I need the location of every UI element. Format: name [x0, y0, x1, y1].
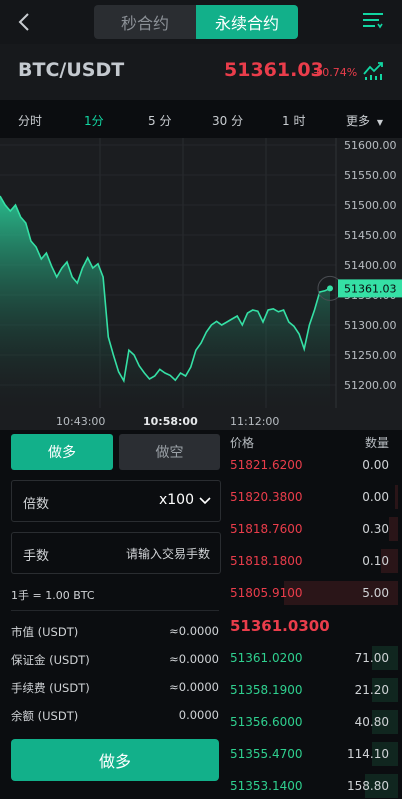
order-price: 51361.0200: [230, 651, 303, 665]
order-price: 51356.6000: [230, 715, 303, 729]
contract-type-switch: 秒合约 永续合约: [94, 5, 298, 39]
order-qty: 5.00: [362, 586, 389, 600]
submit-long-button[interactable]: 做多: [11, 739, 219, 781]
y-tick-label: 51600.00: [344, 139, 397, 152]
order-qty: 0.10: [362, 554, 389, 568]
info-value: ≈0.0000: [169, 680, 219, 694]
info-row-market-value: 市值 (USDT) ≈0.0000: [11, 624, 219, 640]
bid-row[interactable]: 51358.1900 21.20: [226, 678, 402, 702]
ask-row[interactable]: 51821.6200 0.00: [226, 453, 402, 477]
orderbook-mid-price: 51361.0300: [230, 617, 330, 635]
trade-panel: 做多 做空 倍数 x100 手数 请输入交易手数 1手 = 1.00 BTC 市…: [0, 430, 226, 799]
y-tick-label: 51400.00: [344, 259, 397, 272]
x-tick-label: 10:58:00: [143, 415, 198, 428]
order-price: 51353.1400: [230, 779, 303, 793]
order-price: 51358.1900: [230, 683, 303, 697]
y-tick-label: 51550.00: [344, 169, 397, 182]
long-tab-button[interactable]: 做多: [11, 434, 113, 470]
order-price: 51818.1800: [230, 554, 303, 568]
last-price: 51361.03: [224, 59, 324, 81]
tab-second-contract[interactable]: 秒合约: [94, 5, 196, 39]
ask-row[interactable]: 51818.7600 0.30: [226, 517, 402, 541]
orderbook-qty-header: 数量: [364, 436, 389, 450]
interval-tab-5m[interactable]: 5 分: [148, 112, 171, 129]
tab-perpetual-contract[interactable]: 永续合约: [196, 5, 298, 39]
info-value: 0.0000: [178, 708, 219, 722]
order-qty: 114.10: [347, 747, 389, 761]
multiplier-label: 倍数: [23, 497, 50, 512]
y-tick-label: 51200.00: [344, 379, 397, 392]
bid-row[interactable]: 51361.0200 71.00: [226, 646, 402, 670]
ask-row[interactable]: 51818.1800 0.10: [226, 549, 402, 573]
order-qty: 71.00: [354, 651, 389, 665]
current-price-dot: [327, 285, 333, 292]
ticker-bar: BTC/USDT 51361.03 +0.74%: [0, 44, 402, 100]
chart-x-axis: 10:43:00 10:58:00 11:12:00: [0, 408, 402, 430]
lots-label: 手数: [23, 549, 50, 564]
info-label: 手续费 (USDT): [11, 681, 90, 695]
divider: [11, 610, 219, 611]
area-fill: [0, 196, 330, 408]
short-tab-button[interactable]: 做空: [119, 434, 220, 470]
order-price: 51355.4700: [230, 747, 303, 761]
bid-row[interactable]: 51353.1400 158.80: [226, 774, 402, 798]
multiplier-value: x100: [158, 492, 194, 508]
order-qty: 40.80: [354, 715, 389, 729]
y-tick-label: 51300.00: [344, 319, 397, 332]
lots-input[interactable]: 请输入交易手数: [126, 545, 210, 562]
orderbook-price-header: 价格: [230, 436, 255, 450]
price-chart[interactable]: 51600.00 51550.00 51500.00 51450.00 51400.00…: [0, 138, 402, 430]
y-tick-label: 51450.00: [344, 229, 397, 242]
back-icon[interactable]: [14, 10, 36, 34]
interval-tabs: 分时 1分 5 分 30 分 1 时 更多 ▼: [0, 100, 402, 138]
trading-pair[interactable]: BTC/USDT: [18, 59, 124, 81]
order-price: 51821.6200: [230, 458, 303, 472]
chevron-down-icon: [199, 497, 211, 505]
interval-tab-1h[interactable]: 1 时: [282, 112, 305, 129]
info-row-margin: 保证金 (USDT) ≈0.0000: [11, 652, 219, 668]
info-row-fee: 手续费 (USDT) ≈0.0000: [11, 680, 219, 696]
x-tick-label: 11:12:00: [230, 415, 280, 428]
order-price: 51820.3800: [230, 490, 303, 504]
order-qty: 0.00: [362, 458, 389, 472]
info-label: 市值 (USDT): [11, 625, 79, 639]
order-price: 51818.7600: [230, 522, 303, 536]
ask-row[interactable]: 51805.9100 5.00: [226, 581, 402, 605]
current-price-label: 51361.03: [344, 282, 397, 295]
order-qty: 21.20: [354, 683, 389, 697]
x-tick-label: 10:43:00: [56, 415, 106, 428]
interval-tab-30m[interactable]: 30 分: [212, 112, 243, 129]
y-tick-label: 51500.00: [344, 199, 397, 212]
price-change: +0.74%: [313, 66, 358, 79]
menu-icon[interactable]: [362, 10, 384, 32]
info-row-balance: 余额 (USDT) 0.0000: [11, 708, 219, 724]
chart-trend-icon[interactable]: [362, 58, 384, 82]
order-price: 51805.9100: [230, 586, 303, 600]
lot-unit-note: 1手 = 1.00 BTC: [11, 589, 95, 602]
order-book: 价格 数量 51361.0300 51821.6200 0.00 51820.380…: [226, 430, 402, 799]
lots-field[interactable]: 手数 请输入交易手数: [11, 532, 221, 574]
info-label: 保证金 (USDT): [11, 653, 90, 667]
interval-tab-timeline[interactable]: 分时: [18, 112, 42, 129]
bid-row[interactable]: 51356.6000 40.80: [226, 710, 402, 734]
interval-more[interactable]: 更多 ▼: [346, 112, 383, 129]
depth-bar: [395, 485, 398, 509]
info-label: 余额 (USDT): [11, 709, 79, 723]
interval-more-label: 更多: [346, 114, 371, 128]
price-chart-svg: 51600.00 51550.00 51500.00 51450.00 51400.00…: [0, 138, 402, 408]
order-qty: 158.80: [347, 779, 389, 793]
info-value: ≈0.0000: [169, 652, 219, 666]
caret-down-icon: ▼: [376, 118, 383, 127]
ask-row[interactable]: 51820.3800 0.00: [226, 485, 402, 509]
y-tick-label: 51250.00: [344, 349, 397, 362]
interval-tab-1m[interactable]: 1分: [84, 112, 104, 129]
top-bar: 秒合约 永续合约: [0, 0, 402, 44]
bid-row[interactable]: 51355.4700 114.10: [226, 742, 402, 766]
multiplier-select[interactable]: 倍数 x100: [11, 480, 221, 522]
order-qty: 0.30: [362, 522, 389, 536]
depth-bar: [389, 517, 398, 541]
order-qty: 0.00: [362, 490, 389, 504]
info-value: ≈0.0000: [169, 624, 219, 638]
